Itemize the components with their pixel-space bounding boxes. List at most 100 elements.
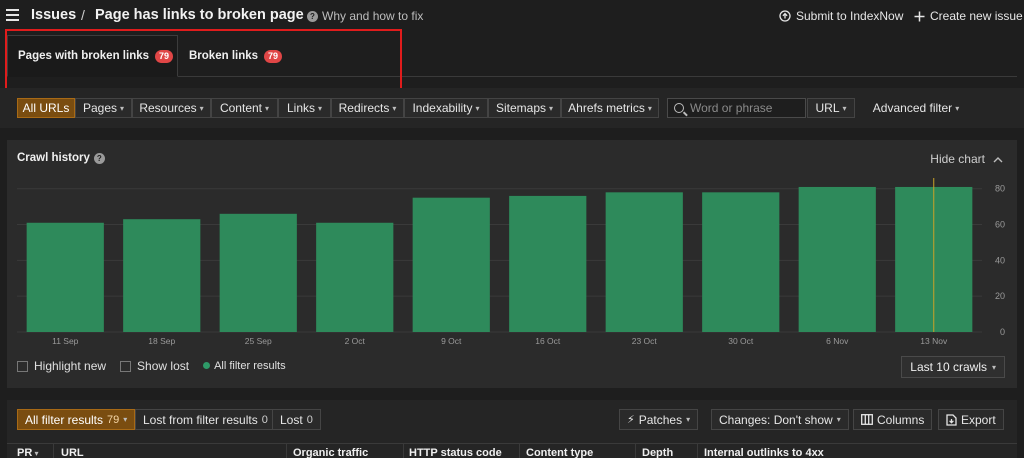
- count-badge: 79: [155, 49, 174, 63]
- tab-pages-with-broken-links[interactable]: Pages with broken links 79: [7, 35, 178, 77]
- chart-bar: [509, 195, 587, 332]
- x-tick-label: 2 Oct: [345, 336, 366, 346]
- column-header-pr[interactable]: PR ▾: [17, 447, 39, 458]
- column-header-internal-outlinks-4xx[interactable]: Internal outlinks to 4xx: [704, 447, 824, 458]
- count-badge: 79: [264, 49, 283, 63]
- last-crawls-label: Last 10 crawls: [910, 360, 987, 374]
- x-tick-label: 11 Sep: [52, 336, 79, 346]
- breadcrumb-separator: /: [81, 7, 85, 23]
- column-divider: [635, 444, 636, 458]
- filter-indexability[interactable]: Indexability ▾: [404, 98, 488, 118]
- filter-redirects[interactable]: Redirects ▾: [331, 98, 404, 118]
- chevron-down-icon: ▾: [318, 103, 323, 113]
- columns-icon: [861, 414, 873, 425]
- column-divider: [286, 444, 287, 458]
- why-and-how-label: Why and how to fix: [322, 9, 424, 23]
- y-tick-label: 0: [1000, 327, 1005, 337]
- chevron-down-icon: ▾: [265, 103, 270, 113]
- column-header-content-type[interactable]: Content type: [526, 447, 593, 458]
- page-title: Page has links to broken page: [95, 7, 304, 23]
- search-input[interactable]: [690, 101, 800, 115]
- search-scope-select[interactable]: URL ▾: [807, 98, 855, 118]
- table-header-row: PR ▾ URL Organic traffic HTTP status cod…: [7, 443, 1017, 458]
- all-filter-results-button[interactable]: All filter results 79 ▾: [17, 409, 136, 430]
- column-header-depth[interactable]: Depth: [642, 447, 673, 458]
- export-icon: [946, 413, 957, 426]
- submit-indexnow-label: Submit to IndexNow: [796, 9, 904, 23]
- filter-label: Pages: [82, 101, 117, 115]
- x-tick-label: 6 Nov: [826, 336, 849, 346]
- chevron-down-icon: ▾: [686, 415, 691, 424]
- y-tick-label: 60: [995, 220, 1005, 230]
- column-divider: [53, 444, 54, 458]
- chevron-down-icon: ▾: [123, 415, 128, 424]
- export-button[interactable]: Export: [938, 409, 1004, 430]
- submit-indexnow-button[interactable]: Submit to IndexNow: [779, 9, 903, 23]
- all-filter-results-count: 79: [107, 413, 120, 426]
- create-new-issue-button[interactable]: Create new issue: [914, 9, 1023, 23]
- columns-button[interactable]: Columns: [853, 409, 933, 430]
- filter-content[interactable]: Content ▾: [211, 98, 278, 118]
- changes-label: Changes: Don't show: [719, 412, 833, 427]
- column-header-url[interactable]: URL: [61, 447, 84, 458]
- filter-label: Sitemaps: [495, 101, 546, 115]
- chart-bar: [412, 197, 490, 332]
- changes-select[interactable]: Changes: Don't show ▾: [711, 409, 849, 430]
- upload-icon: [779, 10, 791, 22]
- chevron-down-icon: ▾: [842, 103, 847, 113]
- search-icon: [674, 103, 684, 113]
- chart-options: Highlight new Show lost All filter resul…: [17, 359, 286, 373]
- create-new-issue-label: Create new issue: [930, 9, 1023, 23]
- filter-ahrefs-metrics[interactable]: Ahrefs metrics ▾: [561, 98, 659, 118]
- highlight-new-checkbox[interactable]: Highlight new: [17, 359, 106, 373]
- x-tick-label: 9 Oct: [441, 336, 462, 346]
- column-header-http-status[interactable]: HTTP status code: [409, 447, 502, 458]
- chevron-down-icon: ▾: [991, 362, 996, 372]
- plus-icon: [914, 11, 925, 21]
- lost-button[interactable]: Lost 0: [272, 409, 321, 430]
- checkbox-box: [120, 360, 132, 372]
- filter-label: Links: [286, 101, 315, 115]
- filter-sitemaps[interactable]: Sitemaps ▾: [488, 98, 561, 118]
- y-tick-label: 20: [995, 291, 1005, 301]
- lost-from-filter-button[interactable]: Lost from filter results 0: [135, 409, 276, 430]
- x-tick-label: 30 Oct: [728, 336, 754, 346]
- column-divider: [403, 444, 404, 458]
- show-lost-checkbox[interactable]: Show lost: [120, 359, 189, 373]
- filter-label: Resources: [139, 101, 197, 115]
- column-header-label: PR: [17, 447, 33, 458]
- advanced-filter-button[interactable]: Advanced filter ▾: [864, 98, 968, 118]
- tab-bar: Pages with broken links 79 Broken links …: [7, 35, 1017, 77]
- patches-button[interactable]: ⚡ Patches ▾: [619, 409, 699, 430]
- chart-bar: [316, 222, 394, 332]
- filter-links[interactable]: Links ▾: [278, 98, 331, 118]
- last-crawls-select[interactable]: Last 10 crawls ▾: [901, 356, 1005, 378]
- column-divider: [519, 444, 520, 458]
- x-tick-label: 13 Nov: [920, 336, 948, 346]
- filter-all-urls[interactable]: All URLs: [17, 98, 75, 118]
- breadcrumb-issues[interactable]: Issues: [31, 7, 76, 23]
- legend-dot-icon: [203, 362, 211, 369]
- x-tick-label: 18 Sep: [148, 336, 175, 346]
- menu-icon[interactable]: [6, 9, 19, 21]
- legend-all-filter-results: All filter results: [203, 360, 286, 372]
- lost-from-filter-label: Lost from filter results: [143, 412, 258, 427]
- search-scope-label: URL: [815, 101, 840, 115]
- search-field: [667, 98, 806, 118]
- sort-down-icon: ▾: [32, 449, 39, 458]
- column-header-organic-traffic[interactable]: Organic traffic: [293, 447, 368, 458]
- show-lost-label: Show lost: [137, 359, 190, 373]
- filter-label: All URLs: [22, 101, 70, 115]
- why-and-how-link[interactable]: ? Why and how to fix: [307, 9, 423, 23]
- help-icon: ?: [307, 11, 318, 23]
- chevron-down-icon: ▾: [475, 103, 480, 113]
- legend-label: All filter results: [214, 360, 286, 372]
- chart-bar: [219, 213, 297, 332]
- chevron-down-icon: ▾: [392, 103, 397, 113]
- checkbox-box: [17, 360, 28, 372]
- filter-pages[interactable]: Pages ▾: [75, 98, 132, 118]
- export-label: Export: [961, 412, 996, 427]
- tab-broken-links[interactable]: Broken links 79: [179, 35, 299, 77]
- filter-resources[interactable]: Resources ▾: [132, 98, 211, 118]
- chevron-down-icon: ▾: [647, 103, 652, 113]
